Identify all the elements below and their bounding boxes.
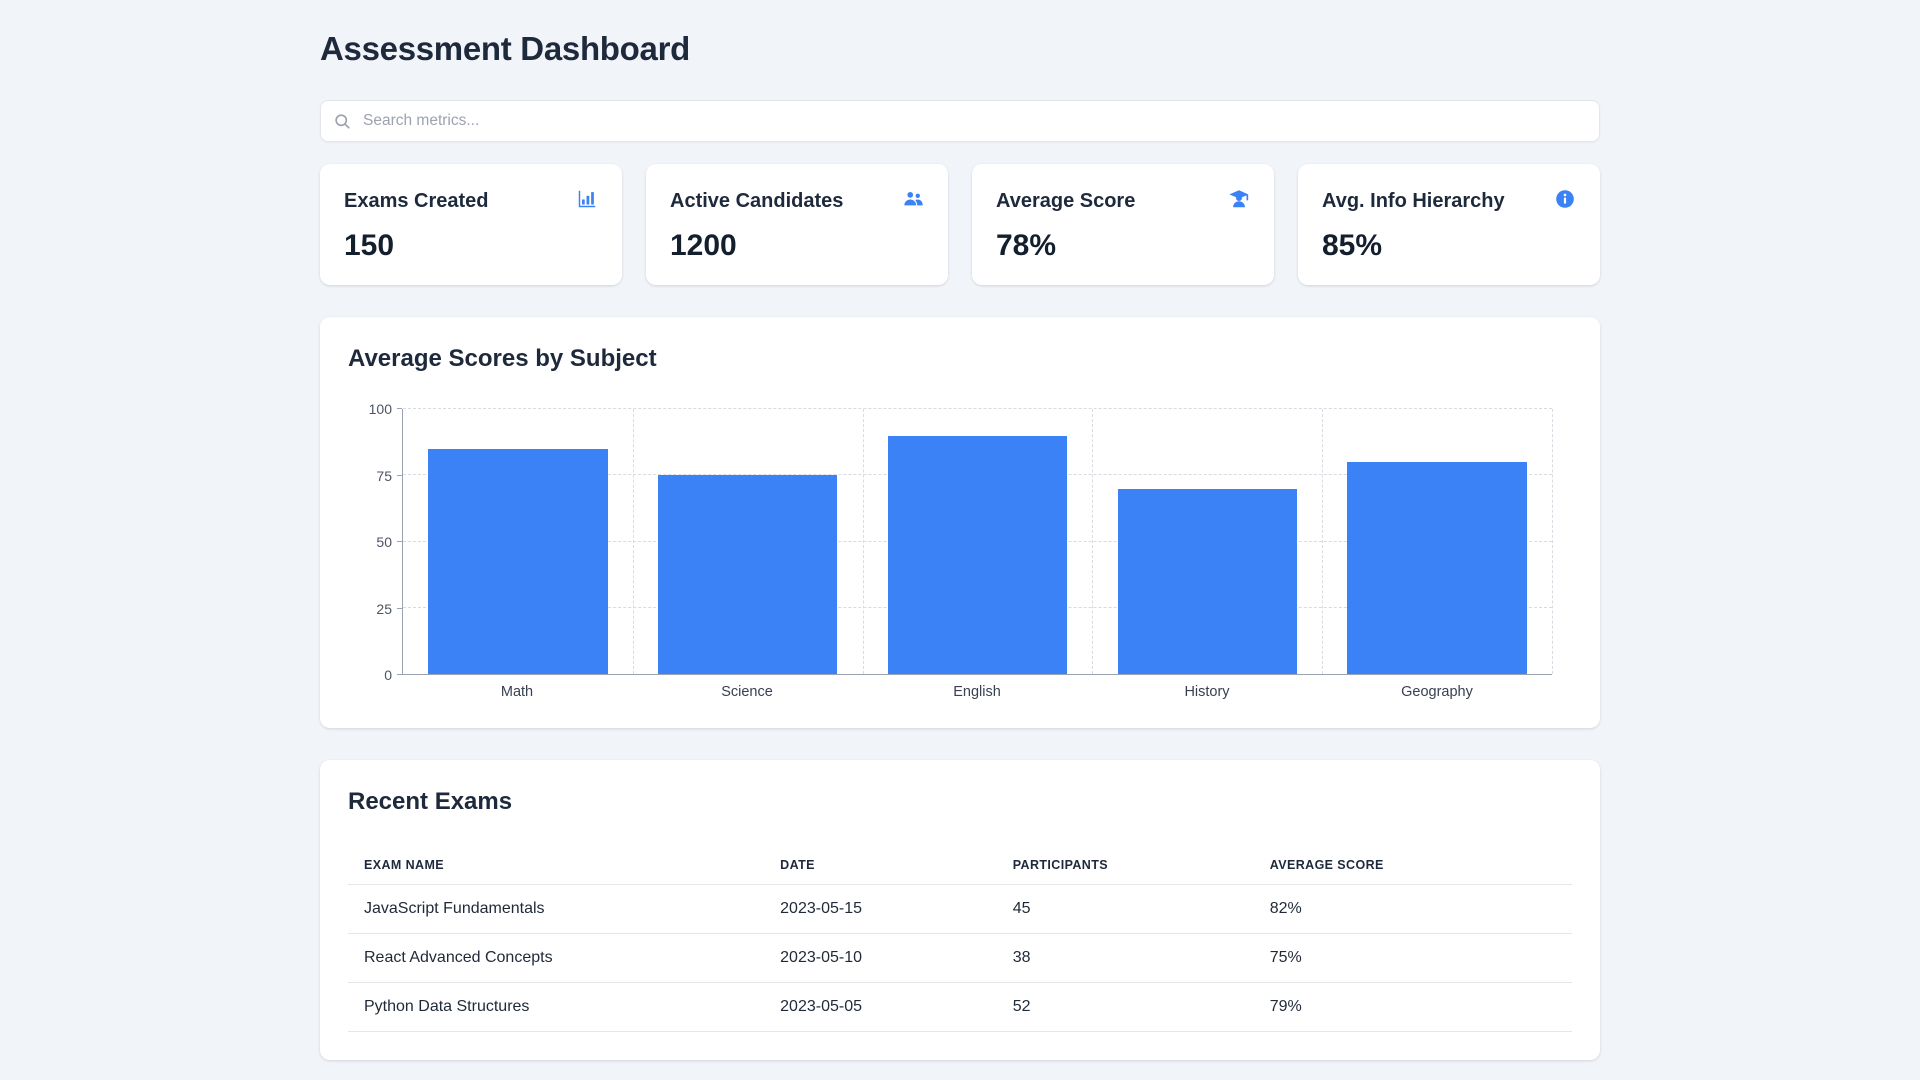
chart-bar-geography — [1347, 462, 1527, 674]
column-header-exam-name: EXAM NAME — [348, 846, 765, 885]
info-icon — [1554, 188, 1576, 215]
users-icon — [902, 188, 924, 215]
stat-value: 78% — [996, 229, 1057, 262]
table-cell: 79% — [1253, 982, 1572, 1032]
x-axis-label: English — [953, 684, 1001, 700]
table-cell: Python Data Structures — [348, 982, 765, 1032]
x-axis-label: Science — [721, 684, 773, 700]
stat-value: 150 — [344, 229, 395, 262]
table-cell: 2023-05-15 — [764, 884, 997, 934]
chart-bar-english — [887, 435, 1068, 674]
stat-label: Average Score — [996, 190, 1136, 212]
search-bar — [320, 100, 1600, 142]
x-axis-label: Geography — [1401, 684, 1473, 700]
x-axis-spacer — [354, 675, 402, 700]
stat-label: Active Candidates — [670, 190, 844, 212]
chart-plot — [402, 408, 1553, 675]
chart-bar-slot — [403, 409, 633, 674]
x-axis-label: Math — [500, 684, 534, 700]
chart-bar-slot — [1322, 409, 1552, 674]
table-cell: 52 — [996, 982, 1254, 1032]
recent-exams-table: EXAM NAME DATE PARTICIPANTS AVERAGE SCOR… — [348, 846, 1572, 1032]
table-row: JavaScript Fundamentals 2023-05-15 45 82% — [348, 884, 1572, 934]
chart-bar-science — [658, 475, 838, 674]
search-input[interactable] — [320, 100, 1600, 142]
column-header-average-score: AVERAGE SCORE — [1253, 846, 1572, 885]
y-axis-tick-label: 0 — [384, 667, 392, 683]
x-axis-label: History — [1184, 684, 1230, 700]
search-icon — [333, 112, 351, 130]
v-gridline — [1552, 409, 1553, 674]
chart-title: Average Scores by Subject — [348, 345, 657, 372]
table-cell: JavaScript Fundamentals — [348, 884, 765, 934]
y-axis-tick-label: 100 — [368, 401, 392, 417]
recent-exams-tbody: JavaScript Fundamentals 2023-05-15 45 82% Re… — [348, 884, 1572, 1032]
table-row: Python Data Structures 2023-05-05 52 79% — [348, 982, 1572, 1032]
stat-card-average-score: Average Score 78% — [972, 164, 1274, 285]
recent-exams-panel: Recent Exams EXAM NAME DATE PARTICIPANTS… — [320, 760, 1600, 1060]
table-cell: 75% — [1253, 933, 1572, 983]
table-cell: 38 — [996, 933, 1254, 983]
chart-y-axis: 0 25 50 75 100 — [354, 401, 402, 683]
table-cell: 2023-05-05 — [764, 982, 997, 1032]
bar-chart: 0 25 50 75 100 Math Science English History Geog… — [348, 401, 1572, 700]
y-axis-tick-label: 25 — [376, 600, 392, 617]
chart-x-axis: Math Science English History Geography — [402, 675, 1552, 700]
bar-chart-icon — [576, 188, 598, 215]
stat-card-avg-info-hierarchy: Avg. Info Hierarchy 85% — [1298, 164, 1600, 285]
stat-label: Avg. Info Hierarchy — [1322, 190, 1505, 212]
column-header-date: DATE — [764, 846, 997, 885]
chart-bar-slot — [863, 409, 1093, 674]
y-axis-tick-label: 75 — [376, 467, 392, 484]
stat-label: Exams Created — [344, 190, 489, 212]
column-header-participants: PARTICIPANTS — [996, 846, 1254, 885]
table-row: React Advanced Concepts 2023-05-10 38 75% — [348, 933, 1572, 983]
stat-value: 1200 — [670, 229, 737, 262]
chart-bar-math — [428, 448, 608, 674]
graduation-cap-icon — [1228, 188, 1250, 215]
table-cell: 82% — [1253, 884, 1572, 934]
table-cell: 2023-05-10 — [764, 933, 997, 983]
dashboard-container: Assessment Dashboard Exams Created — [320, 0, 1600, 1060]
table-cell: React Advanced Concepts — [348, 933, 765, 983]
stat-value: 85% — [1322, 229, 1383, 262]
table-cell: 45 — [996, 884, 1254, 934]
table-header-row: EXAM NAME DATE PARTICIPANTS AVERAGE SCOR… — [348, 846, 1572, 885]
chart-panel: Average Scores by Subject 0 25 50 75 100 Mat… — [320, 317, 1600, 728]
y-axis-tick-label: 50 — [376, 534, 392, 550]
stats-row: Exams Created 150 Active Candidates 1200… — [320, 164, 1600, 285]
recent-exams-title: Recent Exams — [348, 788, 513, 815]
chart-bar-slot — [1092, 409, 1322, 674]
chart-bar-history — [1117, 488, 1297, 674]
stat-card-exams-created: Exams Created 150 — [320, 164, 622, 285]
chart-bar-slot — [633, 409, 863, 674]
stat-card-active-candidates: Active Candidates 1200 — [646, 164, 948, 285]
page-title: Assessment Dashboard — [320, 30, 690, 67]
